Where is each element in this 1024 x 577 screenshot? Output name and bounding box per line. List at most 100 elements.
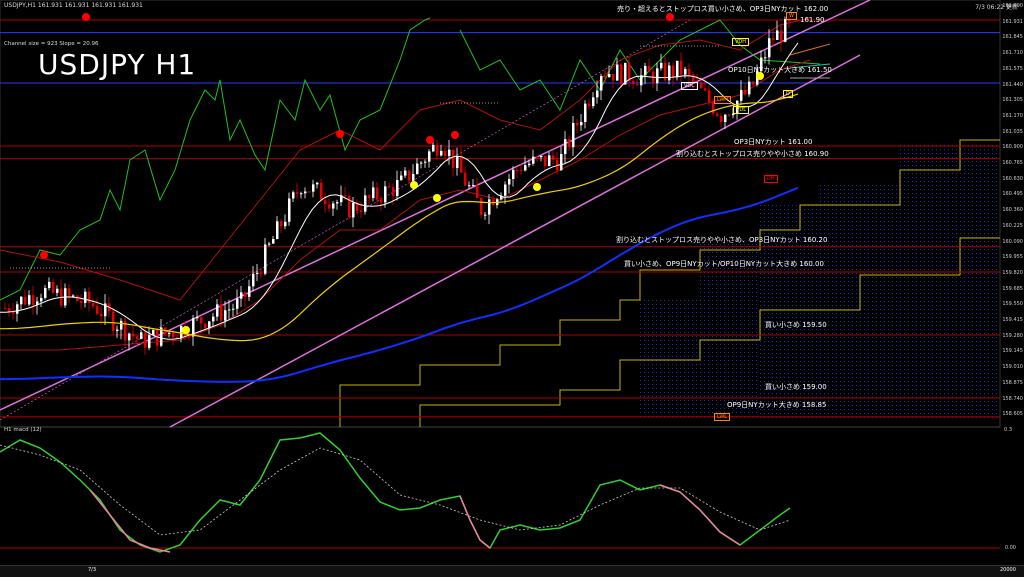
cloud-dot [768,333,769,334]
cloud-dot [864,369,865,370]
cloud-dot [948,313,949,314]
chart-canvas[interactable] [0,0,1024,576]
cloud-dot [680,392,681,393]
cloud-dot [660,300,661,301]
cloud-dot [908,341,909,342]
cloud-dot [676,332,677,333]
cloud-dot [776,217,777,218]
cloud-dot [912,165,913,166]
cloud-dot [964,333,965,334]
cloud-dot [940,245,941,246]
cloud-dot [904,345,905,346]
cloud-dot [896,373,897,374]
cloud-dot [964,257,965,258]
cloud-dot [860,341,861,342]
cloud-dot [852,189,853,190]
cloud-dot [748,372,749,373]
cloud-dot [952,361,953,362]
cloud-dot [720,336,721,337]
cloud-dot [776,297,777,298]
cloud-dot [820,369,821,370]
cloud-dot [988,413,989,414]
cloud-dot [768,317,769,318]
cloud-dot [956,197,957,198]
cloud-dot [696,412,697,413]
cloud-dot [704,388,705,389]
cloud-dot [892,381,893,382]
cloud-dot [924,237,925,238]
cloud-dot [828,261,829,262]
cloud-dot [960,221,961,222]
cloud-dot [980,305,981,306]
cloud-dot [800,277,801,278]
cloud-dot [724,352,725,353]
cloud-dot [660,304,661,305]
cloud-dot [928,409,929,410]
cloud-dot [820,333,821,334]
cloud-dot [676,408,677,409]
cloud-dot [812,213,813,214]
cloud-dot [644,300,645,301]
cloud-dot [996,305,997,306]
cloud-dot [948,357,949,358]
cloud-dot [740,316,741,317]
cloud-dot [748,412,749,413]
cloud-dot [956,353,957,354]
cloud-dot [912,341,913,342]
cloud-dot [704,348,705,349]
cloud-dot [984,325,985,326]
cloud-dot [848,269,849,270]
cloud-dot [772,365,773,366]
cloud-dot [868,341,869,342]
cloud-dot [876,189,877,190]
cloud-dot [852,261,853,262]
cloud-dot [728,276,729,277]
cloud-dot [920,325,921,326]
cloud-dot [988,277,989,278]
cloud-dot [976,253,977,254]
cloud-dot [732,348,733,349]
candle-body [244,292,247,296]
cloud-dot [712,320,713,321]
cloud-dot [920,269,921,270]
cloud-dot [856,413,857,414]
cloud-dot [896,337,897,338]
cloud-dot [876,253,877,254]
cloud-dot [876,185,877,186]
cloud-dot [644,400,645,401]
cloud-dot [896,325,897,326]
cloud-dot [812,333,813,334]
cloud-dot [980,377,981,378]
cloud-dot [964,369,965,370]
cloud-dot [944,249,945,250]
cloud-dot [816,285,817,286]
cloud-dot [860,377,861,378]
cloud-dot [968,217,969,218]
cloud-dot [648,316,649,317]
cloud-dot [904,369,905,370]
cloud-dot [924,377,925,378]
cloud-dot [920,237,921,238]
cloud-dot [792,249,793,250]
cloud-dot [936,317,937,318]
cloud-dot [940,305,941,306]
cloud-dot [904,149,905,150]
cloud-dot [900,261,901,262]
candle-body [236,299,239,309]
cloud-dot [896,233,897,234]
cloud-dot [712,296,713,297]
cloud-dot [936,401,937,402]
cloud-dot [644,356,645,357]
cloud-dot [836,209,837,210]
cloud-dot [848,197,849,198]
cloud-dot [932,285,933,286]
cloud-dot [640,312,641,313]
cloud-dot [952,393,953,394]
cloud-dot [852,281,853,282]
cloud-dot [848,401,849,402]
cloud-dot [912,253,913,254]
cloud-dot [952,337,953,338]
cloud-dot [672,324,673,325]
cloud-dot [948,373,949,374]
cloud-dot [792,365,793,366]
